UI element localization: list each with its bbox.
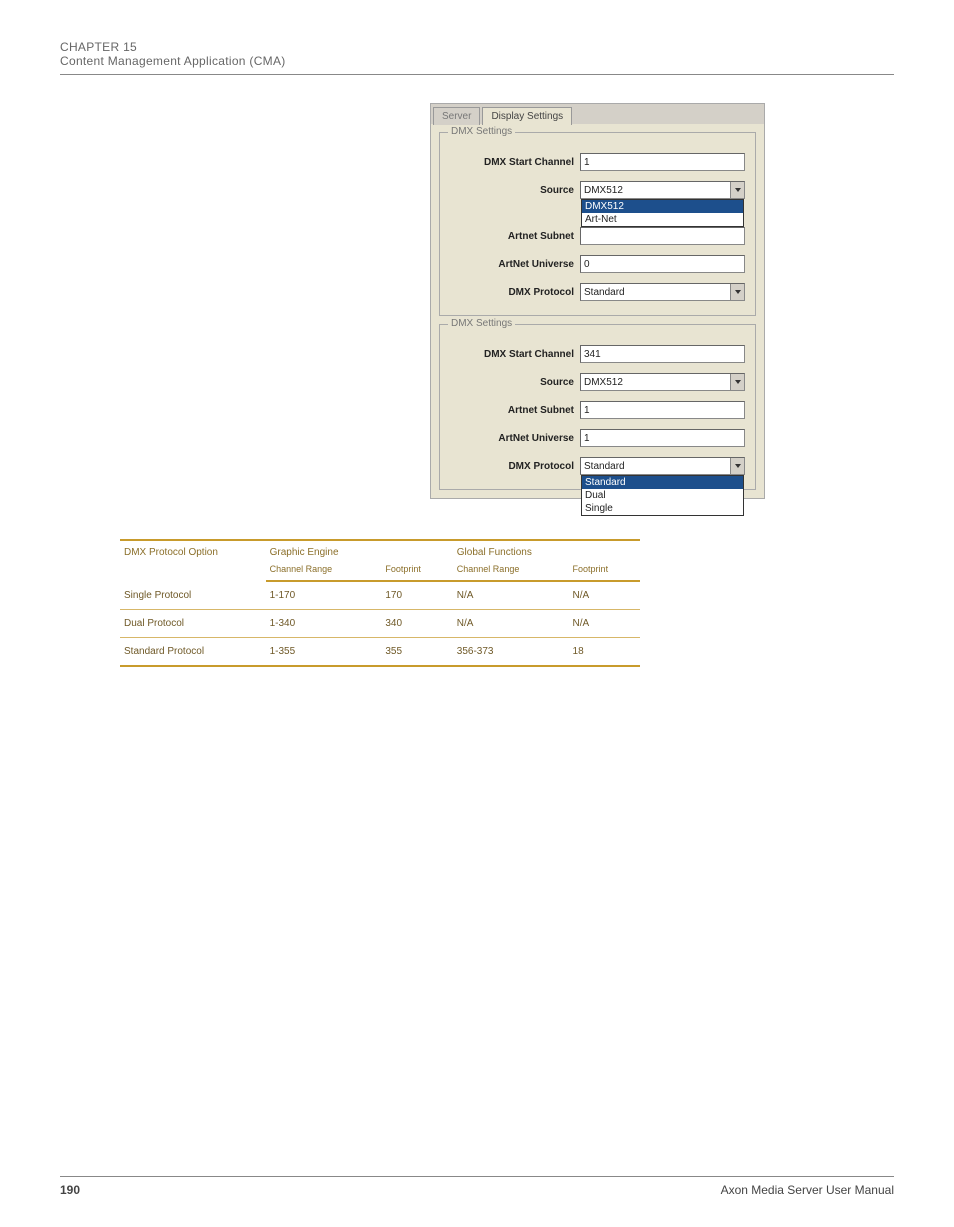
- cell-a: 1-355: [266, 638, 382, 666]
- cell-b: 170: [381, 581, 452, 610]
- cell-b: 355: [381, 638, 452, 666]
- cell-b: 340: [381, 610, 452, 638]
- dmx-settings-group-2: DMX Settings DMX Start Channel 341 Sourc…: [439, 324, 756, 490]
- dmx-protocol-value: Standard: [584, 461, 625, 472]
- source-label: Source: [450, 185, 580, 196]
- table-row: Standard Protocol 1-355 355 356-373 18: [120, 638, 640, 666]
- cell-c: N/A: [453, 581, 569, 610]
- source-dropdown-list: DMX512 Art-Net: [581, 199, 744, 227]
- dmx-settings-group-1: DMX Settings DMX Start Channel 1 Source …: [439, 132, 756, 316]
- source-label: Source: [450, 377, 580, 388]
- cell-d: 18: [569, 638, 640, 666]
- chevron-down-icon: [735, 188, 741, 192]
- cell-c: N/A: [453, 610, 569, 638]
- manual-title: Axon Media Server User Manual: [721, 1183, 894, 1197]
- artnet-subnet-label: Artnet Subnet: [450, 231, 580, 242]
- source-value: DMX512: [584, 185, 623, 196]
- table-row: Single Protocol 1-170 170 N/A N/A: [120, 581, 640, 610]
- dmx-protocol-label: DMX Protocol: [450, 461, 580, 472]
- settings-dialog: Server Display Settings DMX Settings DMX…: [430, 103, 765, 499]
- dmx-start-channel-input[interactable]: 1: [580, 153, 745, 171]
- artnet-universe-input[interactable]: 0: [580, 255, 745, 273]
- cell-a: 1-170: [266, 581, 382, 610]
- source-combo[interactable]: DMX512: [580, 373, 745, 391]
- col-footprint-b: Footprint: [569, 564, 640, 581]
- chevron-down-icon: [735, 290, 741, 294]
- artnet-universe-label: ArtNet Universe: [450, 259, 580, 270]
- dmx-protocol-label: DMX Protocol: [450, 287, 580, 298]
- dropdown-option[interactable]: DMX512: [582, 200, 743, 213]
- dmx-protocol-value: Standard: [584, 287, 625, 298]
- artnet-universe-label: ArtNet Universe: [450, 433, 580, 444]
- col-channel-range-a: Channel Range: [266, 564, 382, 581]
- dropdown-option[interactable]: Standard: [582, 476, 743, 489]
- dmx-start-channel-label: DMX Start Channel: [450, 349, 580, 360]
- group-legend: DMX Settings: [448, 318, 515, 329]
- dropdown-option[interactable]: Single: [582, 502, 743, 515]
- col-graphic-engine: Graphic Engine: [266, 541, 453, 564]
- col-channel-range-b: Channel Range: [453, 564, 569, 581]
- cell-protocol: Standard Protocol: [120, 638, 266, 666]
- dmx-protocol-table: DMX Protocol Option Graphic Engine Globa…: [120, 539, 640, 667]
- cell-protocol: Dual Protocol: [120, 610, 266, 638]
- chevron-down-icon: [735, 380, 741, 384]
- artnet-subnet-input[interactable]: 1: [580, 401, 745, 419]
- tab-display-settings[interactable]: Display Settings: [482, 107, 572, 125]
- page-title: Content Management Application (CMA): [60, 54, 894, 75]
- source-value: DMX512: [584, 377, 623, 388]
- artnet-subnet-input[interactable]: [580, 227, 745, 245]
- cell-d: N/A: [569, 610, 640, 638]
- cell-a: 1-340: [266, 610, 382, 638]
- dmx-start-channel-input[interactable]: 341: [580, 345, 745, 363]
- dmx-protocol-combo[interactable]: Standard Standard Dual Single: [580, 457, 745, 475]
- cell-d: N/A: [569, 581, 640, 610]
- dropdown-button[interactable]: [730, 182, 744, 198]
- table-row: Dual Protocol 1-340 340 N/A N/A: [120, 610, 640, 638]
- tab-strip: Server Display Settings: [431, 104, 764, 124]
- col-protocol: DMX Protocol Option: [120, 541, 266, 581]
- dropdown-option[interactable]: Art-Net: [582, 213, 743, 226]
- page-number: 190: [60, 1183, 80, 1197]
- dropdown-option[interactable]: Dual: [582, 489, 743, 502]
- chapter-label: CHAPTER 15: [60, 40, 894, 54]
- dmx-start-channel-label: DMX Start Channel: [450, 157, 580, 168]
- source-combo[interactable]: DMX512 DMX512 Art-Net: [580, 181, 745, 199]
- dmx-protocol-dropdown-list: Standard Dual Single: [581, 475, 744, 516]
- chevron-down-icon: [735, 464, 741, 468]
- page-footer: 190 Axon Media Server User Manual: [60, 1176, 894, 1197]
- dmx-protocol-combo[interactable]: Standard: [580, 283, 745, 301]
- artnet-subnet-label: Artnet Subnet: [450, 405, 580, 416]
- col-footprint-a: Footprint: [381, 564, 452, 581]
- dropdown-button[interactable]: [730, 458, 744, 474]
- cell-c: 356-373: [453, 638, 569, 666]
- cell-protocol: Single Protocol: [120, 581, 266, 610]
- artnet-universe-input[interactable]: 1: [580, 429, 745, 447]
- col-global-functions: Global Functions: [453, 541, 640, 564]
- dropdown-button[interactable]: [730, 284, 744, 300]
- group-legend: DMX Settings: [448, 126, 515, 137]
- dropdown-button[interactable]: [730, 374, 744, 390]
- tab-server[interactable]: Server: [433, 107, 480, 125]
